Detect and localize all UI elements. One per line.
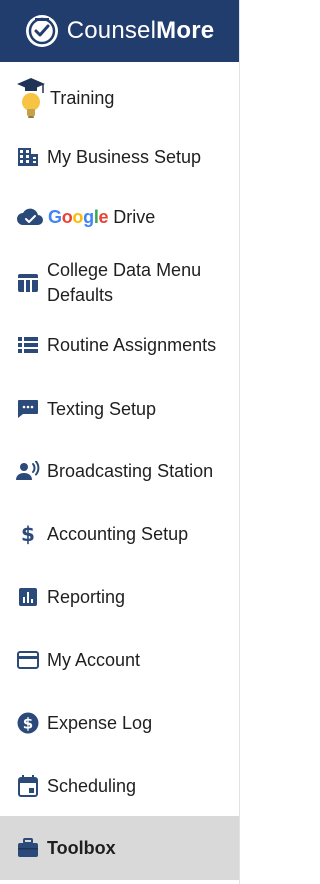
sidebar-item-label: Scheduling — [47, 775, 137, 796]
sidebar-item-reporting[interactable]: Reporting — [0, 572, 239, 622]
svg-text:$: $ — [23, 715, 33, 733]
brand-header[interactable]: CounselMore — [0, 0, 239, 62]
sidebar-item-college-data[interactable]: College Data Menu Defaults — [0, 252, 239, 314]
dollar-circle-icon: $ — [16, 711, 40, 735]
chat-bubble-icon — [16, 397, 40, 421]
brand-name-light: Counsel — [66, 17, 157, 44]
sidebar-item-accounting-setup[interactable]: $ Accounting Setup — [0, 509, 239, 559]
google-letter: G — [48, 206, 62, 227]
google-wordmark: Google — [48, 206, 109, 228]
sidebar-item-label: Broadcasting Station — [47, 460, 214, 481]
building-icon — [16, 145, 40, 169]
table-columns-icon — [16, 271, 40, 295]
sidebar-item-label: Expense Log — [47, 712, 153, 733]
sidebar-item-training[interactable]: Training — [0, 74, 239, 122]
sidebar-item-label: Drive — [113, 206, 156, 227]
google-letter: o — [72, 206, 84, 227]
brand-name: CounselMore — [67, 19, 215, 43]
cloud-check-icon — [16, 205, 44, 229]
brand-name-bold: More — [156, 17, 215, 44]
broadcast-person-icon — [16, 459, 40, 483]
sidebar-item-label: Texting Setup — [47, 398, 157, 419]
sidebar-item-business-setup[interactable]: My Business Setup — [0, 132, 239, 182]
sidebar-item-expense-log[interactable]: $ Expense Log — [0, 698, 239, 748]
counselmore-logo-icon — [25, 14, 59, 48]
sidebar-item-label: Toolbox — [47, 837, 116, 858]
sidebar-item-scheduling[interactable]: Scheduling — [0, 761, 239, 811]
sidebar-item-label: Accounting Setup — [47, 523, 189, 544]
google-letter: g — [83, 206, 94, 227]
google-letter: o — [61, 206, 73, 227]
dollar-icon: $ — [16, 522, 40, 546]
bar-chart-icon — [16, 585, 40, 609]
sidebar-item-label: Reporting — [47, 586, 126, 607]
sidebar: CounselMore Training My Business Setup G… — [0, 0, 240, 884]
sidebar-item-toolbox[interactable]: Toolbox — [0, 816, 239, 880]
sidebar-item-label: College Data Menu Defaults — [47, 260, 202, 305]
sidebar-item-my-account[interactable]: My Account — [0, 635, 239, 685]
calendar-icon — [16, 774, 40, 798]
sidebar-item-label: My Business Setup — [47, 146, 202, 167]
lightbulb-graduation-icon — [16, 76, 46, 120]
sidebar-item-google-drive[interactable]: Google Drive — [0, 192, 239, 242]
svg-text:$: $ — [21, 522, 35, 546]
sidebar-item-label: My Account — [47, 649, 141, 670]
sidebar-item-broadcasting-station[interactable]: Broadcasting Station — [0, 446, 239, 496]
google-letter: e — [98, 206, 109, 227]
sidebar-item-label: Routine Assignments — [47, 334, 217, 355]
sidebar-item-texting-setup[interactable]: Texting Setup — [0, 384, 239, 434]
sidebar-item-label: Training — [50, 87, 115, 108]
credit-card-icon — [16, 648, 40, 672]
list-icon — [16, 333, 40, 357]
sidebar-item-routine-assignments[interactable]: Routine Assignments — [0, 320, 239, 370]
toolbox-icon — [16, 836, 40, 860]
